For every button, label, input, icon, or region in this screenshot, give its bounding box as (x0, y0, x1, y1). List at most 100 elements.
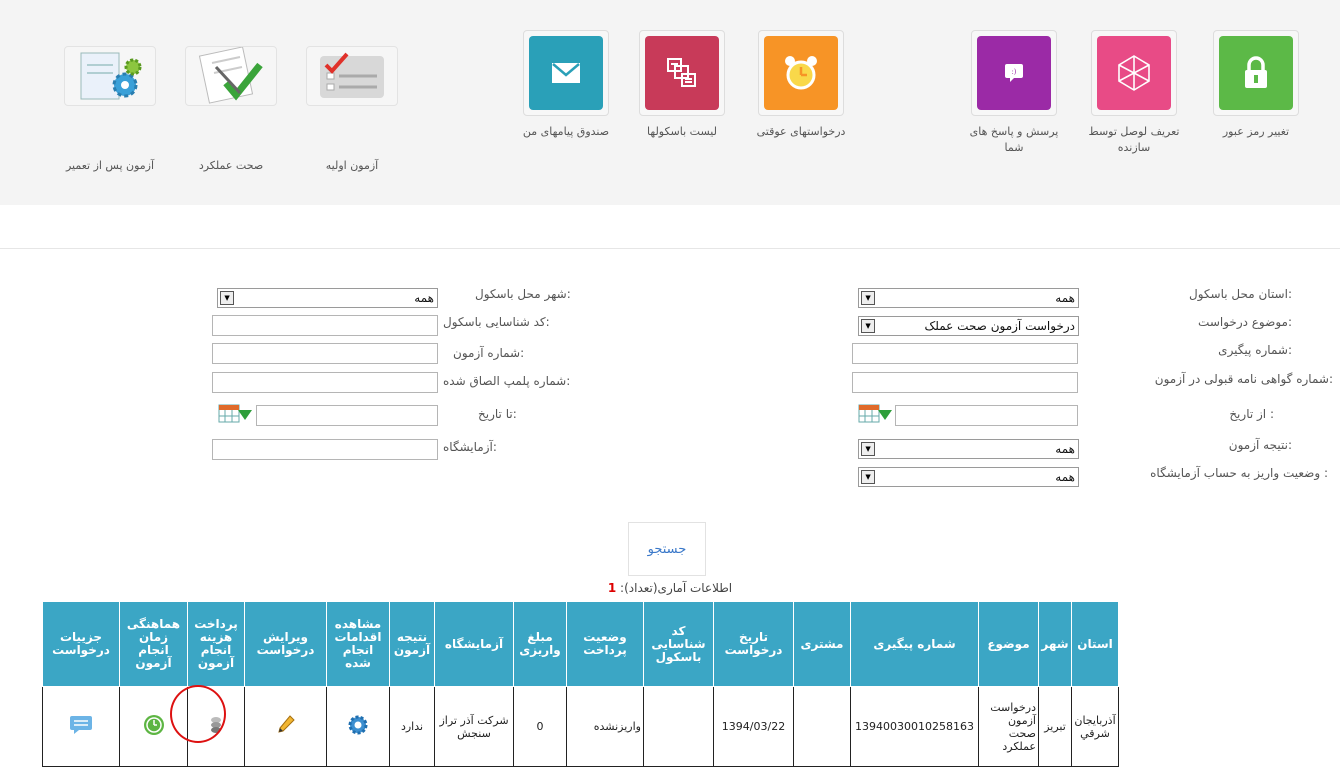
seal-label: شماره پلمپ الصاق شده: (443, 374, 571, 388)
message-inbox-tile[interactable]: صندوق پیامهای من (520, 30, 612, 140)
questions-answers-tile[interactable]: :) پرسش و پاسخ های شما (968, 30, 1060, 156)
col-header-payment-status[interactable]: وضعیت پرداخت (566, 601, 644, 687)
stats-count: 1 (607, 581, 617, 595)
chevron-down-icon: ▼ (220, 291, 234, 305)
document-check-icon (185, 46, 277, 106)
chevron-down-icon: ▼ (861, 319, 875, 333)
scale-list-tile[interactable]: لیست باسکولها (636, 30, 728, 140)
gears-icon (64, 46, 156, 106)
subject-value: درخواست آزمون صحت عملک (924, 319, 1075, 333)
cell-payment-status: واریزنشده (566, 686, 644, 767)
tile-label: تعریف لوصل توسط سازنده (1088, 125, 1180, 154)
result-label: نتیجه آزمون: (1228, 438, 1292, 452)
stats-label: اطلاعات آماری(تعداد): (620, 581, 733, 595)
col-header-subject[interactable]: موضوع (978, 601, 1039, 687)
cell-tracking: 13940030010258163 (850, 686, 979, 767)
certificate-input[interactable] (852, 372, 1078, 393)
chevron-down-icon: ▼ (861, 442, 875, 456)
payment-status-select[interactable]: همه ▼ (858, 467, 1079, 487)
test-no-label: شماره آزمون: (453, 346, 525, 360)
tracking-input[interactable] (852, 343, 1078, 364)
search-button[interactable]: جستجو (628, 522, 706, 576)
lab-label: آزمایشگاه: (443, 440, 497, 454)
change-password-tile[interactable]: تغییر رمز عبور (1210, 30, 1302, 140)
cell-scale-code (643, 686, 714, 767)
tracking-label: شماره پیگیری: (1218, 343, 1292, 357)
cell-city: تبریز (1038, 686, 1072, 767)
col-header-schedule: هماهنگی زمان انجام آزمون (119, 601, 188, 687)
scale-id-label: کد شناسایی باسکول: (443, 315, 550, 329)
tile-label: آزمون پس از تعمیر (65, 159, 155, 172)
details-cell (42, 686, 120, 767)
cell-customer (793, 686, 851, 767)
province-select[interactable]: همه ▼ (858, 288, 1079, 308)
checklist-icon (306, 46, 398, 106)
col-header-actions: مشاهده اقدامات انجام شده (326, 601, 390, 687)
city-value: همه (414, 291, 434, 305)
cell-date: 1394/03/22 (713, 686, 794, 767)
chevron-down-icon: ▼ (861, 291, 875, 305)
network-icon (1097, 36, 1171, 110)
from-date-input[interactable] (895, 405, 1078, 426)
col-header-result[interactable]: نتیجه آزمون (389, 601, 435, 687)
cell-subject: درخواست آزمون صحت عملکرد (978, 686, 1039, 767)
payment-status-label: وضعیت واریز به حساب آزمایشگاه : (1150, 466, 1328, 480)
seal-input[interactable] (212, 372, 438, 393)
edit-cell (244, 686, 327, 767)
col-header-tracking[interactable]: شماره پیگیری (850, 601, 979, 687)
clock-icon[interactable] (143, 715, 165, 739)
lock-icon (1219, 36, 1293, 110)
list-icon (645, 36, 719, 110)
province-value: همه (1055, 291, 1075, 305)
table-header-row: استان شهر موضوع شماره پیگیری مشتری تاریخ… (42, 601, 1119, 687)
calendar-icon[interactable] (858, 404, 894, 424)
to-date-label: تا تاریخ: (478, 407, 517, 421)
col-header-lab[interactable]: آزمایشگاه (434, 601, 514, 687)
stats-line: اطلاعات آماری(تعداد): 1 (0, 581, 1340, 595)
performance-check-tile[interactable]: صحت عملکرد (185, 46, 277, 174)
divider (0, 248, 1340, 249)
chat-icon: :) (977, 36, 1051, 110)
cell-result: ندارد (389, 686, 435, 767)
col-header-details: جزییات درخواست (42, 601, 120, 687)
from-date-label: از تاریخ : (1229, 407, 1274, 421)
cell-amount: 0 (513, 686, 567, 767)
tile-label: صحت عملکرد (198, 159, 264, 172)
define-seal-tile[interactable]: تعریف لوصل توسط سازنده (1088, 30, 1180, 156)
subject-select[interactable]: درخواست آزمون صحت عملک ▼ (858, 316, 1079, 336)
test-no-input[interactable] (212, 343, 438, 364)
envelope-icon (529, 36, 603, 110)
city-label: شهر محل باسکول: (475, 287, 571, 301)
tile-label: آزمون اولیه (325, 159, 379, 172)
col-header-customer[interactable]: مشتری (793, 601, 851, 687)
post-repair-test-tile[interactable]: آزمون پس از تعمیر (64, 46, 156, 174)
to-date-input[interactable] (256, 405, 438, 426)
initial-test-tile[interactable]: آزمون اولیه (306, 46, 398, 174)
cell-lab: شرکت آذر تراز سنجش (434, 686, 514, 767)
col-header-amount[interactable]: مبلغ واریزی (513, 601, 567, 687)
alarm-clock-icon (764, 36, 838, 110)
result-value: همه (1055, 442, 1075, 456)
highlight-circle (170, 685, 226, 743)
col-header-edit: ویرایش درخواست (244, 601, 327, 687)
message-icon[interactable] (69, 716, 93, 738)
col-header-province[interactable]: استان (1071, 601, 1119, 687)
tile-label: صندوق پیامهای من (522, 125, 610, 138)
payment-status-value: همه (1055, 470, 1075, 484)
col-header-city[interactable]: شهر (1038, 601, 1072, 687)
city-select[interactable]: همه ▼ (217, 288, 438, 308)
tile-label: درخواستهای عوقتی (756, 125, 846, 138)
scale-id-input[interactable] (212, 315, 438, 336)
col-header-scale-code[interactable]: کد شناسایی باسکول (643, 601, 714, 687)
chevron-down-icon: ▼ (861, 470, 875, 484)
gear-icon[interactable] (347, 715, 369, 739)
result-select[interactable]: همه ▼ (858, 439, 1079, 459)
view-actions-cell (326, 686, 390, 767)
lab-input[interactable] (212, 439, 438, 460)
toolbar: تغییر رمز عبور تعریف لوصل توسط سازنده :)… (0, 0, 1340, 205)
col-header-date[interactable]: تاریخ درخواست (713, 601, 794, 687)
tile-label: لیست باسکولها (647, 125, 717, 138)
urgent-requests-tile[interactable]: درخواستهای عوقتی (755, 30, 847, 140)
pencil-icon[interactable] (277, 715, 295, 738)
calendar-icon[interactable] (218, 404, 254, 424)
